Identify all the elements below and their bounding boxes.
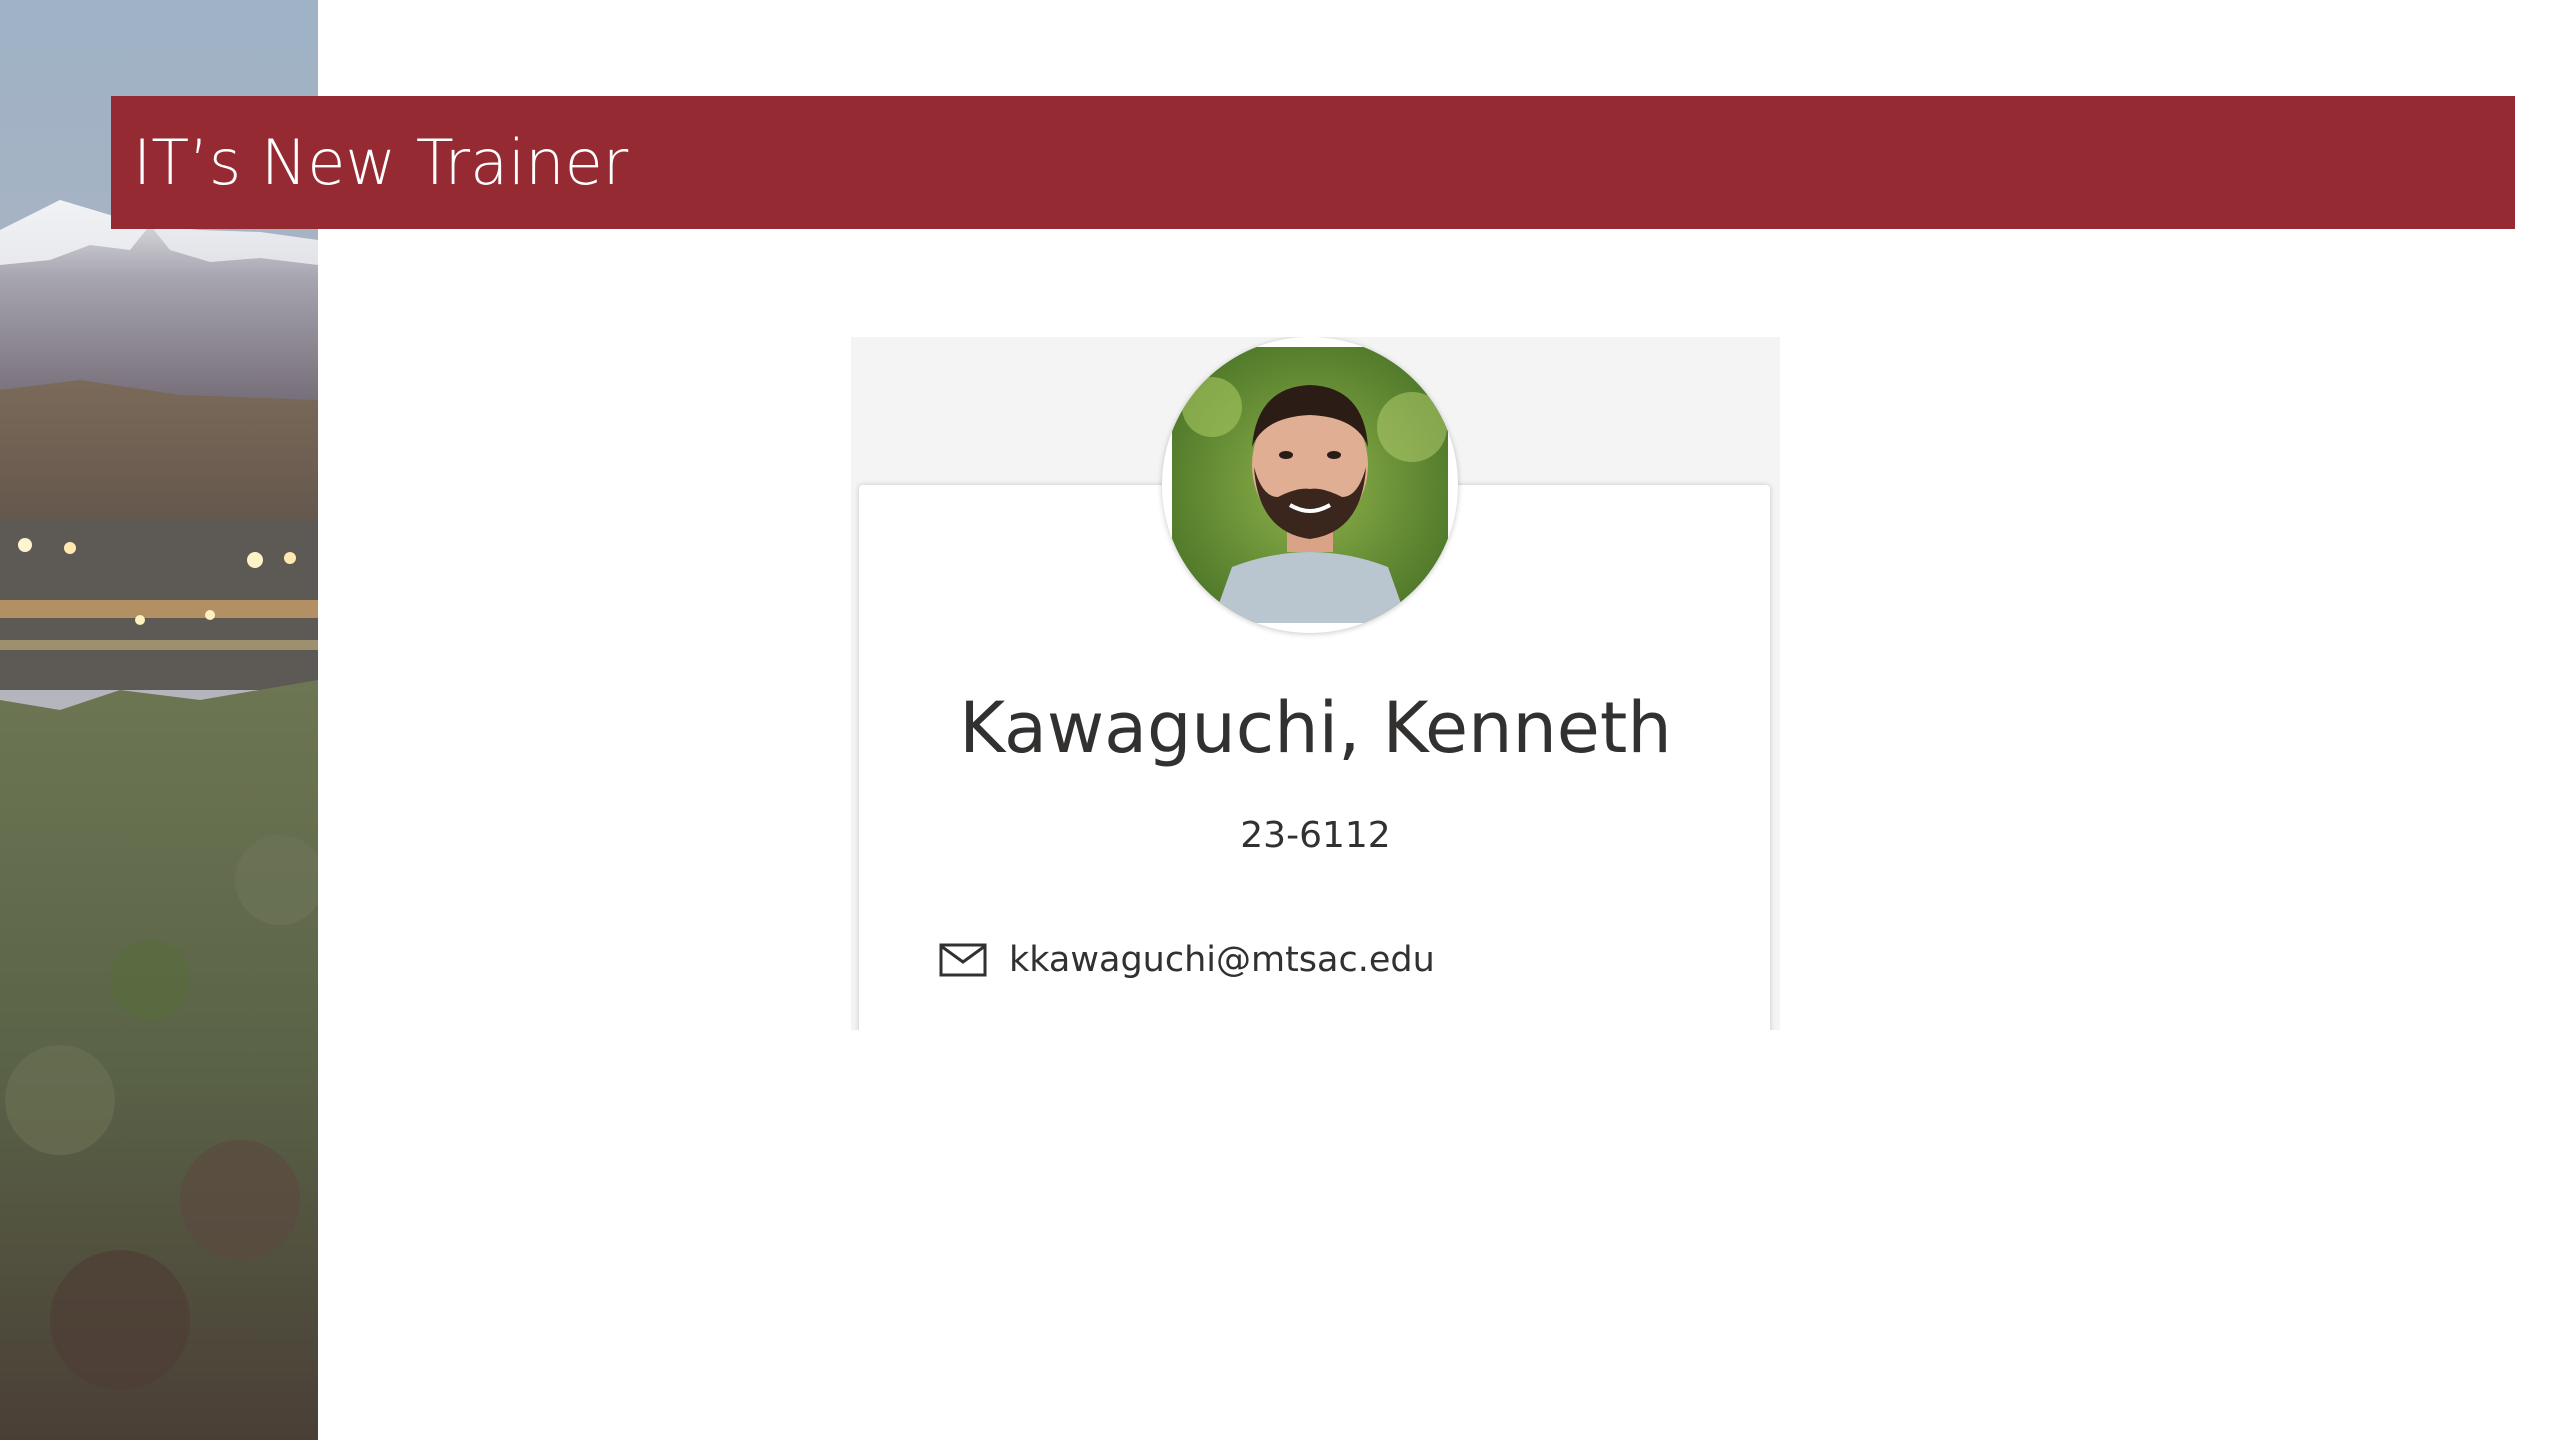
- slide-title: IT’s New Trainer: [133, 126, 629, 199]
- profile-avatar: [1162, 337, 1458, 633]
- email-row[interactable]: kkawaguchi@mtsac.edu: [939, 935, 1435, 985]
- slide: IT’s New Trainer Kawaguchi, Kenneth 23-6…: [0, 0, 2560, 1440]
- profile-card-container: Kawaguchi, Kenneth 23-6112 kkawaguchi@mt…: [851, 337, 1780, 1030]
- email-link[interactable]: kkawaguchi@mtsac.edu: [1009, 940, 1435, 980]
- mail-icon: [939, 943, 987, 977]
- title-bar: IT’s New Trainer: [111, 96, 2515, 229]
- phone-number: 23-6112: [1240, 815, 1391, 856]
- person-name: Kawaguchi, Kenneth: [959, 687, 1672, 769]
